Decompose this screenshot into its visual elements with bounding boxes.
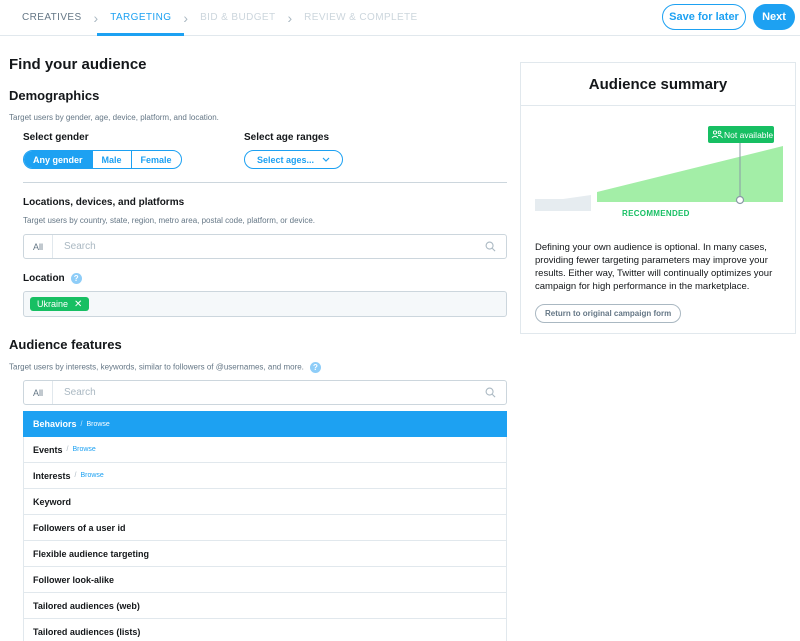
feature-item-label: Flexible audience targeting <box>33 548 150 559</box>
age-label: Select age ranges <box>244 132 330 143</box>
features-search: All Search <box>23 380 507 405</box>
search-icon <box>485 241 496 252</box>
gender-label: Select gender <box>23 132 89 143</box>
help-icon[interactable]: ? <box>70 273 82 284</box>
step-targeting[interactable]: TARGETING <box>97 0 185 36</box>
step-review-complete: REVIEW & COMPLETE <box>304 12 418 23</box>
feature-item-label: Tailored audiences (web) <box>33 600 140 611</box>
feature-item-label: Keyword <box>33 496 72 507</box>
audience-summary-panel: Audience summary Not available RECOMMEND… <box>520 62 796 334</box>
gender-option-female[interactable]: Female <box>130 151 181 168</box>
features-search-filter-all[interactable]: All <box>24 381 53 404</box>
chevron-down-icon <box>322 155 330 164</box>
next-button[interactable]: Next <box>753 4 795 30</box>
demographics-subtitle: Target users by gender, age, device, pla… <box>9 113 219 122</box>
feature-item-tailored-lists[interactable]: Tailored audiences (lists) <box>23 619 507 641</box>
feature-item-followers-user-id[interactable]: Followers of a user id <box>23 515 507 541</box>
chevron-right-icon: › <box>93 9 99 26</box>
gauge-recommended-baseline <box>597 197 783 201</box>
feature-item-tailored-web[interactable]: Tailored audiences (web) <box>23 593 507 619</box>
audience-summary-title: Audience summary <box>521 63 795 106</box>
audience-summary-description: Defining your own audience is optional. … <box>535 242 773 292</box>
browse-link[interactable]: Browse <box>72 446 95 453</box>
locations-title: Locations, devices, and platforms <box>23 197 185 208</box>
feature-item-label: Interests <box>33 470 71 481</box>
help-icon[interactable]: ? <box>309 362 321 373</box>
gauge-recommended-area <box>597 146 783 202</box>
not-available-badge-label: Not available <box>724 130 773 140</box>
select-ages-label: Select ages... <box>256 154 315 165</box>
separator: / <box>66 446 69 453</box>
search-icon <box>485 387 496 398</box>
audience-size-gauge: Not available <box>535 126 783 211</box>
feature-item-interests[interactable]: Interests / Browse <box>23 463 507 489</box>
feature-item-label: Events <box>33 444 63 455</box>
chevron-right-icon: › <box>287 9 293 26</box>
location-label: Location <box>23 273 65 285</box>
audience-features-title: Audience features <box>9 337 122 352</box>
feature-item-label: Behaviors <box>33 419 77 429</box>
audience-features-subtitle: Target users by interests, keywords, sim… <box>9 362 304 372</box>
separator: / <box>74 472 77 479</box>
step-creatives[interactable]: CREATIVES <box>22 0 82 35</box>
step-indicator: CREATIVES › TARGETING › BID & BUDGET › R… <box>22 0 418 36</box>
gauge-low-baseline <box>535 199 591 203</box>
page-title: Find your audience <box>9 56 147 73</box>
location-chip-label: Ukraine <box>37 299 69 309</box>
feature-item-flexible-audience[interactable]: Flexible audience targeting <box>23 541 507 567</box>
chevron-right-icon: › <box>183 9 189 26</box>
feature-item-keyword[interactable]: Keyword <box>23 489 507 515</box>
demographics-title: Demographics <box>9 88 100 103</box>
separator: / <box>80 420 83 428</box>
recommended-label: RECOMMENDED <box>622 209 690 218</box>
locations-search: All Search <box>23 234 507 259</box>
features-search-input[interactable]: Search <box>64 381 96 404</box>
gender-option-male[interactable]: Male <box>91 151 131 168</box>
gender-selector: Any gender Male Female <box>23 150 182 169</box>
audience-features-subtitle-row: Target users by interests, keywords, sim… <box>9 362 321 373</box>
feature-item-follower-lookalike[interactable]: Follower look-alike <box>23 567 507 593</box>
gender-option-any[interactable]: Any gender <box>24 151 92 168</box>
return-to-campaign-form-button[interactable]: Return to original campaign form <box>535 304 682 323</box>
locations-search-filter-all[interactable]: All <box>24 235 53 258</box>
location-chip: Ukraine ✕ <box>30 297 90 311</box>
feature-item-label: Follower look-alike <box>33 574 115 585</box>
select-ages-dropdown[interactable]: Select ages... <box>244 150 343 169</box>
feature-item-label: Followers of a user id <box>33 522 126 533</box>
locations-subtitle: Target users by country, state, region, … <box>23 216 315 225</box>
feature-item-behaviors[interactable]: Behaviors / Browse <box>23 411 507 437</box>
location-selected-box[interactable]: Ukraine ✕ <box>23 291 507 317</box>
browse-link[interactable]: Browse <box>86 421 109 428</box>
section-divider <box>23 182 507 183</box>
gauge-marker-handle <box>735 195 745 205</box>
locations-search-input[interactable]: Search <box>64 235 96 258</box>
close-icon[interactable]: ✕ <box>74 299 82 310</box>
save-for-later-button[interactable]: Save for later <box>662 4 746 30</box>
top-bar: CREATIVES › TARGETING › BID & BUDGET › R… <box>0 0 800 36</box>
audience-feature-list: Behaviors / Browse Events / Browse Interests… <box>23 411 507 641</box>
browse-link[interactable]: Browse <box>80 472 103 479</box>
step-bid-budget: BID & BUDGET <box>200 12 276 23</box>
feature-item-events[interactable]: Events / Browse <box>23 437 507 463</box>
location-label-row: Location? <box>23 273 82 284</box>
feature-item-label: Tailored audiences (lists) <box>33 626 141 637</box>
